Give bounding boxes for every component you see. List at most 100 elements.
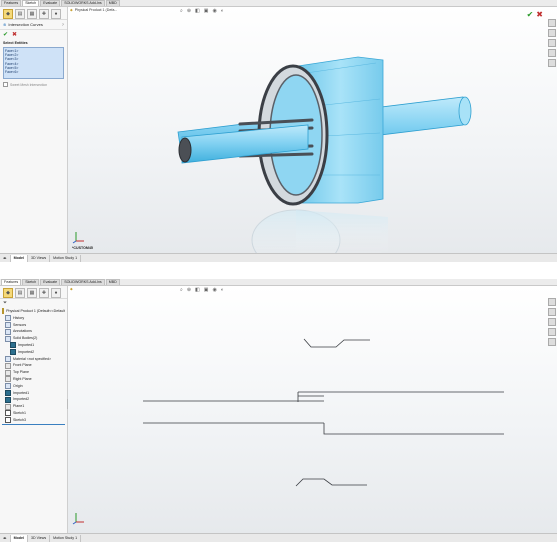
scene-icon[interactable]: ◐ xyxy=(221,287,224,293)
zoom-icon[interactable]: ⊕ xyxy=(187,8,191,14)
tab-motion-study[interactable]: Motion Study 1 xyxy=(50,254,82,262)
section-view-icon[interactable]: ◧ xyxy=(195,8,200,14)
display-style-icon[interactable]: ◉ xyxy=(212,8,216,14)
part-icon: ◆ xyxy=(70,8,73,12)
origin-icon xyxy=(5,383,11,390)
feature-manager-panel: ◆ ▤ ▦ ✚ ● ⏷ Physical Product 1 (Default<… xyxy=(0,286,68,534)
tree-item-sketch1[interactable]: Sketch1 xyxy=(2,410,65,417)
tab-addins[interactable]: SOLIDWORKS Add-Ins xyxy=(61,279,105,285)
configuration-manager-icon[interactable]: ▦ xyxy=(27,9,37,19)
plane-icon xyxy=(5,362,11,369)
tree-item-history[interactable]: History xyxy=(2,315,65,322)
task-pane-tabs xyxy=(548,19,556,67)
bottom-tabs: ◂▸ Model 3D Views Motion Study 1 xyxy=(0,253,557,262)
task-pane-tabs xyxy=(548,298,556,346)
view-orientation-icon[interactable]: ▣ xyxy=(204,287,209,293)
tree-item-feature[interactable]: Imported2 xyxy=(2,396,65,403)
tree-item-front-plane[interactable]: Front Plane xyxy=(2,362,65,369)
tree-item-feature[interactable]: Imported1 xyxy=(2,389,65,397)
tab-model[interactable]: Model xyxy=(10,534,28,542)
tree-item-sketch3[interactable]: Sketch3 xyxy=(2,417,65,425)
select-entities-label: Select Entities xyxy=(3,41,28,45)
resources-icon[interactable] xyxy=(548,19,556,27)
plane-icon xyxy=(5,376,11,383)
axis-triad-icon xyxy=(72,513,84,525)
custom-properties-icon[interactable] xyxy=(548,59,556,67)
dimxpert-icon[interactable]: ✚ xyxy=(39,288,49,298)
file-explorer-icon[interactable] xyxy=(548,318,556,326)
file-explorer-icon[interactable] xyxy=(548,39,556,47)
tab-features[interactable]: Features xyxy=(1,279,22,285)
close-icon[interactable]: ✖ xyxy=(12,31,17,38)
display-manager-icon[interactable]: ● xyxy=(51,9,61,19)
design-library-icon[interactable] xyxy=(548,308,556,316)
tab-features[interactable]: Features xyxy=(1,0,22,6)
pm-ok-cancel: ✔ ✖ xyxy=(0,30,67,39)
tab-sketch[interactable]: Sketch xyxy=(22,279,40,285)
breadcrumb[interactable]: ◆ xyxy=(70,287,73,291)
tree-item-body[interactable]: Imported2 xyxy=(2,349,65,356)
resources-icon[interactable] xyxy=(548,298,556,306)
feature-tree: Physical Product 1 (Default<<Default His… xyxy=(0,307,67,426)
confirm-close-icon[interactable]: ✖ xyxy=(536,10,543,19)
help-icon[interactable]: ? xyxy=(62,22,64,27)
feature-manager-icon[interactable]: ◆ xyxy=(3,288,13,298)
check-icon[interactable]: ✔ xyxy=(3,31,8,38)
option-checkbox[interactable] xyxy=(3,82,8,87)
tab-evaluate[interactable]: Evaluate xyxy=(40,279,61,285)
tab-sketch[interactable]: Sketch xyxy=(22,0,40,6)
scene-icon[interactable]: ◐ xyxy=(221,8,224,14)
tab-motion-study[interactable]: Motion Study 1 xyxy=(50,534,82,542)
tree-item-plane1[interactable]: Plane1 xyxy=(2,403,65,410)
tree-item-top-plane[interactable]: Top Plane xyxy=(2,369,65,376)
tree-item-root[interactable]: Physical Product 1 (Default<<Default xyxy=(2,308,65,315)
list-item[interactable]: Face<6> xyxy=(5,70,62,74)
tree-item-solid-bodies[interactable]: Solid Bodies(2) xyxy=(2,335,65,342)
intersection-lines-upper xyxy=(143,391,504,402)
display-style-icon[interactable]: ◉ xyxy=(212,287,216,293)
bottom-tabs: ◂▸ Model 3D Views Motion Study 1 xyxy=(0,533,557,542)
tree-item-body[interactable]: Imported1 xyxy=(2,342,65,349)
dimxpert-icon[interactable]: ✚ xyxy=(39,9,49,19)
tab-3d-views[interactable]: 3D Views xyxy=(28,534,51,542)
tree-item-right-plane[interactable]: Right Plane xyxy=(2,376,65,383)
section-view-icon[interactable]: ◧ xyxy=(195,287,200,293)
tab-mbd[interactable]: MBD xyxy=(105,0,120,6)
model-reflection xyxy=(251,209,388,254)
search-icon[interactable]: ⌕ xyxy=(180,8,183,14)
tab-model[interactable]: Model xyxy=(10,254,28,262)
breadcrumb[interactable]: ◆ Physical Product 1 (Defa... xyxy=(70,8,117,12)
property-manager-icon[interactable]: ▤ xyxy=(15,9,25,19)
nav-arrows[interactable]: ◂▸ xyxy=(0,254,11,262)
annotations-icon xyxy=(5,328,11,335)
design-library-icon[interactable] xyxy=(548,29,556,37)
tree-item-annotations[interactable]: Annotations xyxy=(2,328,65,335)
tab-evaluate[interactable]: Evaluate xyxy=(40,0,61,6)
feature-manager-icon[interactable]: ◆ xyxy=(3,9,13,19)
custom-properties-icon[interactable] xyxy=(548,338,556,346)
axis-triad-icon xyxy=(72,232,84,244)
nav-arrows[interactable]: ◂▸ xyxy=(0,534,11,542)
view-orientation-icon[interactable]: ▣ xyxy=(204,8,209,14)
appearances-icon[interactable] xyxy=(548,49,556,57)
filter-icon[interactable]: ⏷ xyxy=(0,299,67,307)
tab-mbd[interactable]: MBD xyxy=(105,279,120,285)
tree-item-sensors[interactable]: Sensors xyxy=(2,321,65,329)
sweet-mesh-option[interactable]: Sweet Mesh Intersection xyxy=(3,82,64,87)
appearances-icon[interactable] xyxy=(548,328,556,336)
zoom-icon[interactable]: ⊕ xyxy=(187,287,191,293)
entities-list[interactable]: Face<1> Face<2> Face<3> Face<4> Face<5> … xyxy=(3,47,64,79)
configuration-manager-icon[interactable]: ▦ xyxy=(27,288,37,298)
property-manager-icon[interactable]: ▤ xyxy=(15,288,25,298)
confirm-check-icon[interactable]: ✔ xyxy=(527,10,534,19)
tab-addins[interactable]: SOLIDWORKS Add-Ins xyxy=(61,0,105,6)
intersection-curve-icon: ⊗ xyxy=(3,22,7,27)
graphics-area[interactable] xyxy=(68,7,557,254)
tab-3d-views[interactable]: 3D Views xyxy=(28,254,51,262)
display-manager-icon[interactable]: ● xyxy=(51,288,61,298)
search-icon[interactable]: ⌕ xyxy=(180,287,183,293)
breadcrumb-text: Physical Product 1 (Defa... xyxy=(74,8,118,12)
graphics-area[interactable] xyxy=(68,286,557,534)
tree-item-material[interactable]: Material <not specified> xyxy=(2,355,65,363)
tree-item-origin[interactable]: Origin xyxy=(2,383,65,390)
